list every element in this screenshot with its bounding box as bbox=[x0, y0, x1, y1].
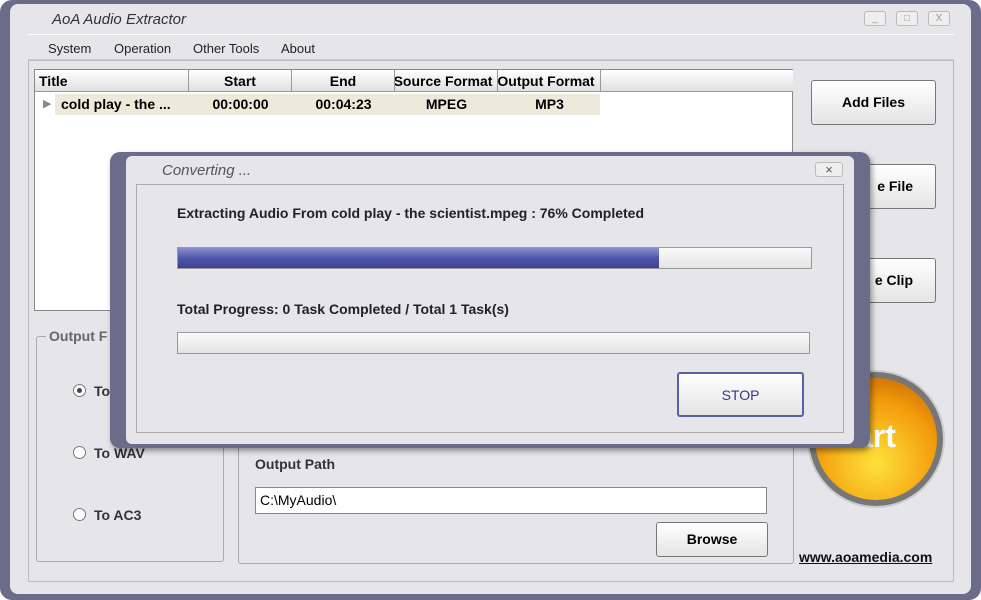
radio-ac3-label: To AC3 bbox=[94, 507, 142, 523]
output-path-input[interactable]: C:\MyAudio\ bbox=[255, 487, 767, 514]
menu-other-tools[interactable]: Other Tools bbox=[193, 41, 259, 56]
browse-button[interactable]: Browse bbox=[656, 522, 768, 557]
row-start: 00:00:00 bbox=[212, 96, 269, 112]
close-button[interactable]: X bbox=[928, 11, 950, 26]
col-start[interactable]: Start bbox=[189, 70, 292, 92]
total-progress-bar bbox=[177, 332, 810, 354]
minimize-button[interactable]: _ bbox=[864, 11, 886, 26]
radio-ac3[interactable] bbox=[73, 508, 86, 521]
col-source-format[interactable]: Source Format bbox=[395, 70, 498, 92]
total-progress-label: Total Progress: 0 Task Completed / Total… bbox=[177, 301, 509, 317]
maximize-button[interactable]: □ bbox=[896, 11, 918, 26]
col-output-format[interactable]: Output Format bbox=[498, 70, 601, 92]
file-progress-bar bbox=[177, 247, 812, 269]
radio-wav[interactable] bbox=[73, 446, 86, 459]
menu-operation[interactable]: Operation bbox=[114, 41, 171, 56]
window-title: AoA Audio Extractor bbox=[52, 11, 186, 28]
row-end: 00:04:23 bbox=[315, 96, 372, 112]
row-output: MP3 bbox=[535, 96, 564, 112]
website-link[interactable]: www.aoamedia.com bbox=[799, 549, 932, 565]
output-format-legend: Output F bbox=[46, 328, 111, 344]
dialog-close-button[interactable]: × bbox=[815, 162, 843, 177]
row-title: cold play - the ... bbox=[61, 96, 171, 112]
col-empty bbox=[601, 70, 793, 92]
col-title[interactable]: Title bbox=[35, 70, 189, 92]
menu-system[interactable]: System bbox=[48, 41, 91, 56]
output-path-label: Output Path bbox=[255, 456, 336, 472]
file-progress-status: Extracting Audio From cold play - the sc… bbox=[177, 205, 644, 221]
file-progress-fill bbox=[178, 248, 660, 268]
add-files-button[interactable]: Add Files bbox=[811, 80, 936, 125]
radio-mp3[interactable] bbox=[73, 384, 86, 397]
dialog-title: Converting ... bbox=[162, 162, 252, 179]
menu-bar: System Operation Other Tools About bbox=[28, 34, 954, 60]
menu-about[interactable]: About bbox=[281, 41, 315, 56]
stop-button[interactable]: STOP bbox=[677, 372, 804, 417]
col-end[interactable]: End bbox=[292, 70, 395, 92]
radio-mp3-label: To bbox=[94, 383, 111, 399]
row-source: MPEG bbox=[425, 96, 468, 112]
row-arrow-icon: ▶ bbox=[43, 98, 52, 110]
